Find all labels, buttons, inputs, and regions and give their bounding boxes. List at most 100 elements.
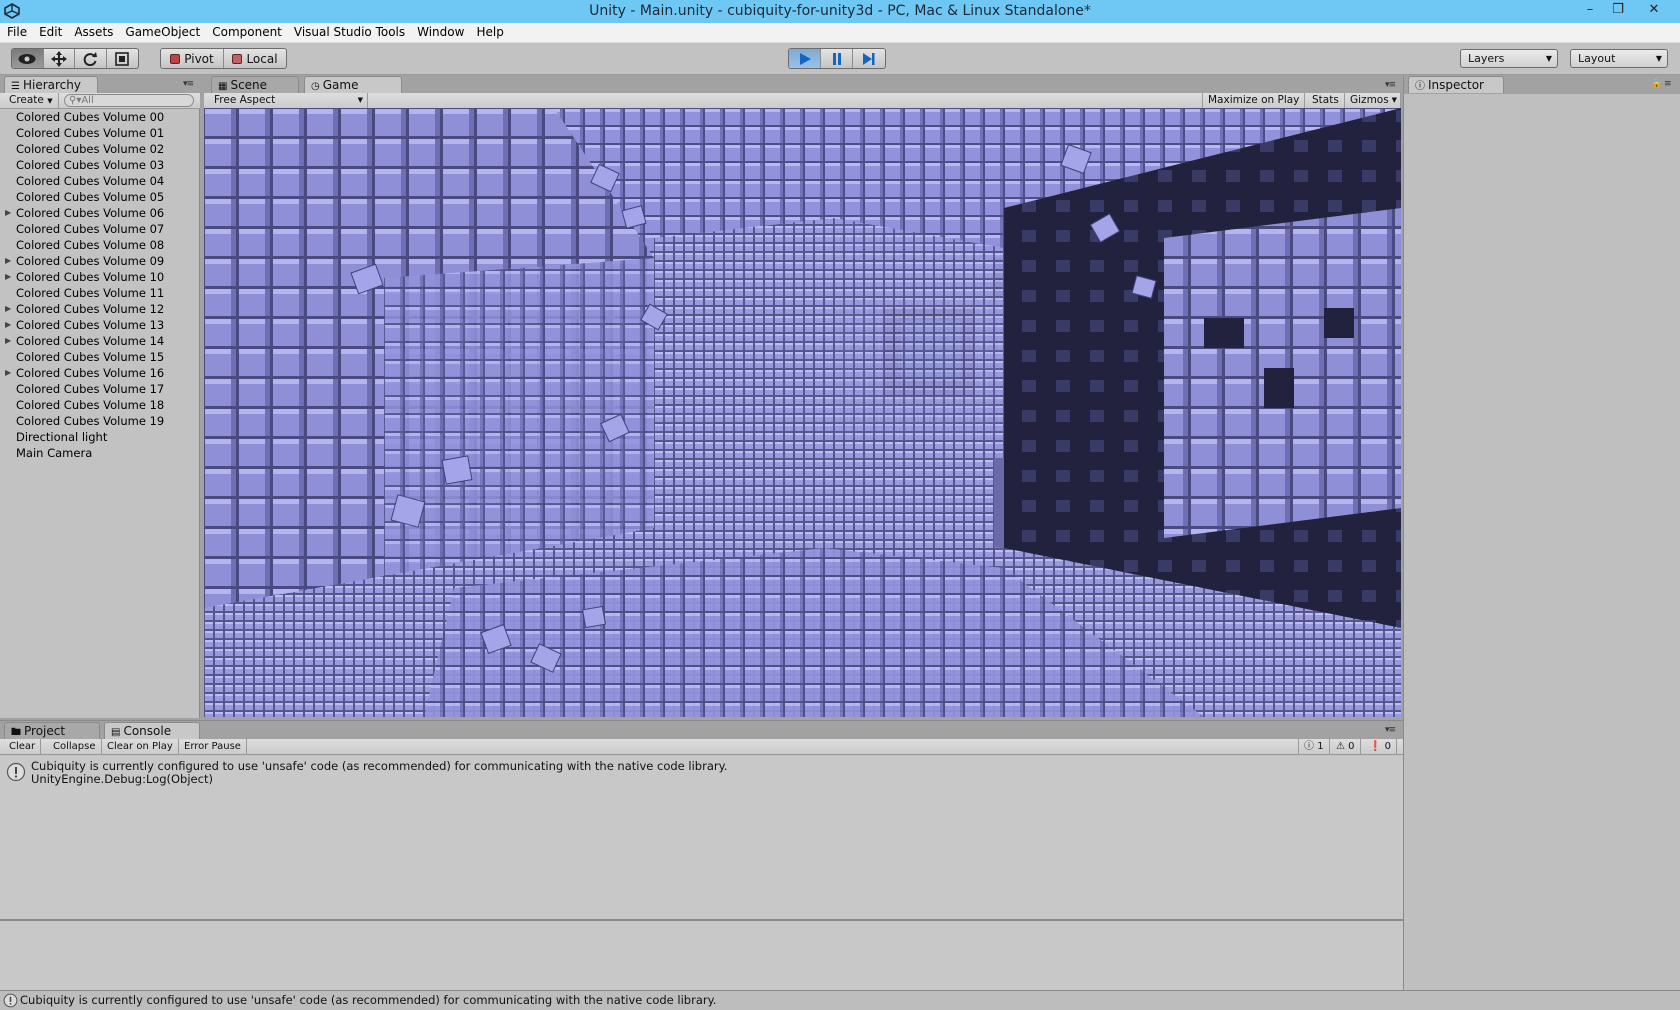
dropdown-arrow-icon: ▼ bbox=[357, 96, 363, 104]
hierarchy-item-label: Colored Cubes Volume 15 bbox=[16, 350, 165, 364]
restore-button[interactable]: ❐ bbox=[1598, 0, 1638, 21]
aspect-dropdown[interactable]: Free Aspect ▼ bbox=[204, 93, 368, 109]
hierarchy-item[interactable]: Colored Cubes Volume 01 bbox=[0, 125, 200, 141]
hierarchy-item[interactable]: Colored Cubes Volume 00 bbox=[0, 109, 200, 125]
expand-arrow-icon[interactable]: ▶ bbox=[5, 317, 11, 333]
expand-arrow-icon[interactable]: ▶ bbox=[5, 253, 11, 269]
hierarchy-item[interactable]: ▶ Colored Cubes Volume 06 bbox=[0, 205, 200, 221]
rotate-tool-button[interactable] bbox=[75, 49, 107, 68]
hierarchy-item[interactable]: ▶ Colored Cubes Volume 12 bbox=[0, 301, 200, 317]
menu-edit[interactable]: Edit bbox=[33, 23, 68, 42]
menu-visual-studio-tools[interactable]: Visual Studio Tools bbox=[288, 23, 411, 42]
status-bar[interactable]: Cubiquity is currently configured to use… bbox=[0, 990, 1680, 1010]
hierarchy-item[interactable]: Colored Cubes Volume 19 bbox=[0, 413, 200, 429]
info-icon: ⓘ bbox=[1415, 81, 1425, 92]
play-button[interactable] bbox=[789, 49, 822, 68]
dropdown-arrow-icon: ▼ bbox=[1391, 96, 1397, 104]
toolbar: Pivot Local Layers ▼ Layout ▼ bbox=[0, 43, 1680, 75]
layout-label: Layout bbox=[1578, 52, 1616, 65]
hierarchy-list: Colored Cubes Volume 00 Colored Cubes Vol… bbox=[0, 109, 200, 461]
error-pause-button[interactable]: Error Pause bbox=[179, 739, 247, 755]
hierarchy-item[interactable]: Colored Cubes Volume 02 bbox=[0, 141, 200, 157]
pause-button[interactable] bbox=[821, 49, 853, 68]
hierarchy-item[interactable]: ▶ Colored Cubes Volume 13 bbox=[0, 317, 200, 333]
hierarchy-item-label: Colored Cubes Volume 16 bbox=[16, 366, 165, 380]
expand-arrow-icon[interactable]: ▶ bbox=[5, 301, 11, 317]
create-dropdown[interactable]: Create ▼ bbox=[4, 93, 59, 109]
status-message: Cubiquity is currently configured to use… bbox=[20, 993, 717, 1007]
hierarchy-item[interactable]: ▶ Colored Cubes Volume 14 bbox=[0, 333, 200, 349]
tab-inspector[interactable]: ⓘ Inspector bbox=[1408, 76, 1504, 93]
tab-project[interactable]: 🖿 Project bbox=[4, 722, 100, 739]
expand-arrow-icon[interactable]: ▶ bbox=[5, 365, 11, 381]
hierarchy-item[interactable]: Colored Cubes Volume 11 bbox=[0, 285, 200, 301]
hand-tool-button[interactable] bbox=[12, 49, 44, 68]
pivot-button[interactable]: Pivot bbox=[161, 49, 224, 68]
scale-tool-button[interactable] bbox=[107, 49, 138, 68]
clear-button[interactable]: Clear bbox=[4, 739, 42, 755]
tab-game[interactable]: ◷ Game bbox=[304, 76, 402, 93]
lock-icon[interactable]: 🔒 bbox=[1651, 79, 1662, 89]
expand-arrow-icon[interactable]: ▶ bbox=[5, 333, 11, 349]
panel-menu-icon[interactable]: ▾≡ bbox=[183, 79, 194, 89]
search-icon: ⚲▾ bbox=[69, 95, 82, 106]
dropdown-arrow-icon: ▼ bbox=[47, 97, 53, 105]
hierarchy-item-label: Colored Cubes Volume 12 bbox=[16, 302, 165, 316]
hierarchy-item[interactable]: Colored Cubes Volume 15 bbox=[0, 349, 200, 365]
hierarchy-item[interactable]: Colored Cubes Volume 17 bbox=[0, 381, 200, 397]
hierarchy-search-input[interactable]: ⚲▾All bbox=[64, 94, 194, 107]
hierarchy-item[interactable]: Colored Cubes Volume 07 bbox=[0, 221, 200, 237]
hierarchy-item-label: Colored Cubes Volume 10 bbox=[16, 270, 165, 284]
menu-file[interactable]: File bbox=[0, 23, 33, 42]
tab-hierarchy[interactable]: ☰ Hierarchy bbox=[4, 76, 98, 93]
hierarchy-item[interactable]: ▶ Colored Cubes Volume 09 bbox=[0, 253, 200, 269]
pivot-icon bbox=[170, 53, 181, 64]
collapse-button[interactable]: Collapse bbox=[48, 739, 102, 755]
hierarchy-item-label: Colored Cubes Volume 03 bbox=[16, 158, 165, 172]
gizmos-dropdown[interactable]: Gizmos ▼ bbox=[1345, 93, 1401, 109]
hierarchy-item-label: Colored Cubes Volume 09 bbox=[16, 254, 165, 268]
hierarchy-item[interactable]: Colored Cubes Volume 03 bbox=[0, 157, 200, 173]
local-button[interactable]: Local bbox=[224, 49, 286, 68]
hierarchy-item[interactable]: Colored Cubes Volume 04 bbox=[0, 173, 200, 189]
tab-scene[interactable]: ▦ Scene bbox=[211, 76, 299, 93]
stats-toggle[interactable]: Stats bbox=[1307, 93, 1345, 109]
menu-assets[interactable]: Assets bbox=[68, 23, 119, 42]
clear-on-play-button[interactable]: Clear on Play bbox=[102, 739, 179, 755]
hierarchy-item[interactable]: Colored Cubes Volume 05 bbox=[0, 189, 200, 205]
menu-component[interactable]: Component bbox=[206, 23, 288, 42]
hierarchy-item[interactable]: ▶ Colored Cubes Volume 10 bbox=[0, 269, 200, 285]
hierarchy-item[interactable]: Main Camera bbox=[0, 445, 200, 461]
close-button[interactable]: ✕ bbox=[1634, 0, 1674, 21]
hierarchy-item-label: Colored Cubes Volume 04 bbox=[16, 174, 165, 188]
stats-label: Stats bbox=[1312, 94, 1339, 106]
log-entry[interactable]: Cubiquity is currently configured to use… bbox=[3, 760, 1403, 788]
info-filter-toggle[interactable]: ⓘ 1 bbox=[1298, 739, 1330, 755]
hierarchy-item[interactable]: Colored Cubes Volume 08 bbox=[0, 237, 200, 253]
menu-gameobject[interactable]: GameObject bbox=[119, 23, 206, 42]
create-label: Create bbox=[9, 94, 44, 106]
scene-tab-label: Scene bbox=[230, 78, 268, 92]
tab-console[interactable]: ▤ Console bbox=[104, 722, 200, 739]
step-button[interactable] bbox=[853, 49, 885, 68]
panel-menu-icon[interactable]: ▾≡ bbox=[1385, 725, 1396, 735]
panel-menu-icon[interactable]: ≡ bbox=[1664, 79, 1671, 89]
expand-arrow-icon[interactable]: ▶ bbox=[5, 205, 11, 221]
inspector-tab-label: Inspector bbox=[1428, 78, 1484, 92]
expand-arrow-icon[interactable]: ▶ bbox=[5, 269, 11, 285]
maximize-on-play-toggle[interactable]: Maximize on Play bbox=[1202, 93, 1306, 109]
menu-help[interactable]: Help bbox=[470, 23, 509, 42]
layers-label: Layers bbox=[1468, 52, 1505, 65]
menu-window[interactable]: Window bbox=[411, 23, 470, 42]
error-filter-toggle[interactable]: ❗ 0 bbox=[1364, 739, 1398, 755]
game-viewport[interactable] bbox=[204, 108, 1401, 717]
hierarchy-item[interactable]: ▶ Colored Cubes Volume 16 bbox=[0, 365, 200, 381]
move-tool-button[interactable] bbox=[44, 49, 75, 68]
panel-menu-icon[interactable]: ▾≡ bbox=[1385, 80, 1396, 90]
layers-dropdown[interactable]: Layers ▼ bbox=[1460, 49, 1558, 68]
hierarchy-item[interactable]: Colored Cubes Volume 18 bbox=[0, 397, 200, 413]
layout-dropdown[interactable]: Layout ▼ bbox=[1570, 49, 1668, 68]
hierarchy-item[interactable]: Directional light bbox=[0, 429, 200, 445]
warning-filter-toggle[interactable]: ⚠ 0 bbox=[1331, 739, 1361, 755]
hierarchy-item-label: Directional light bbox=[16, 430, 108, 444]
